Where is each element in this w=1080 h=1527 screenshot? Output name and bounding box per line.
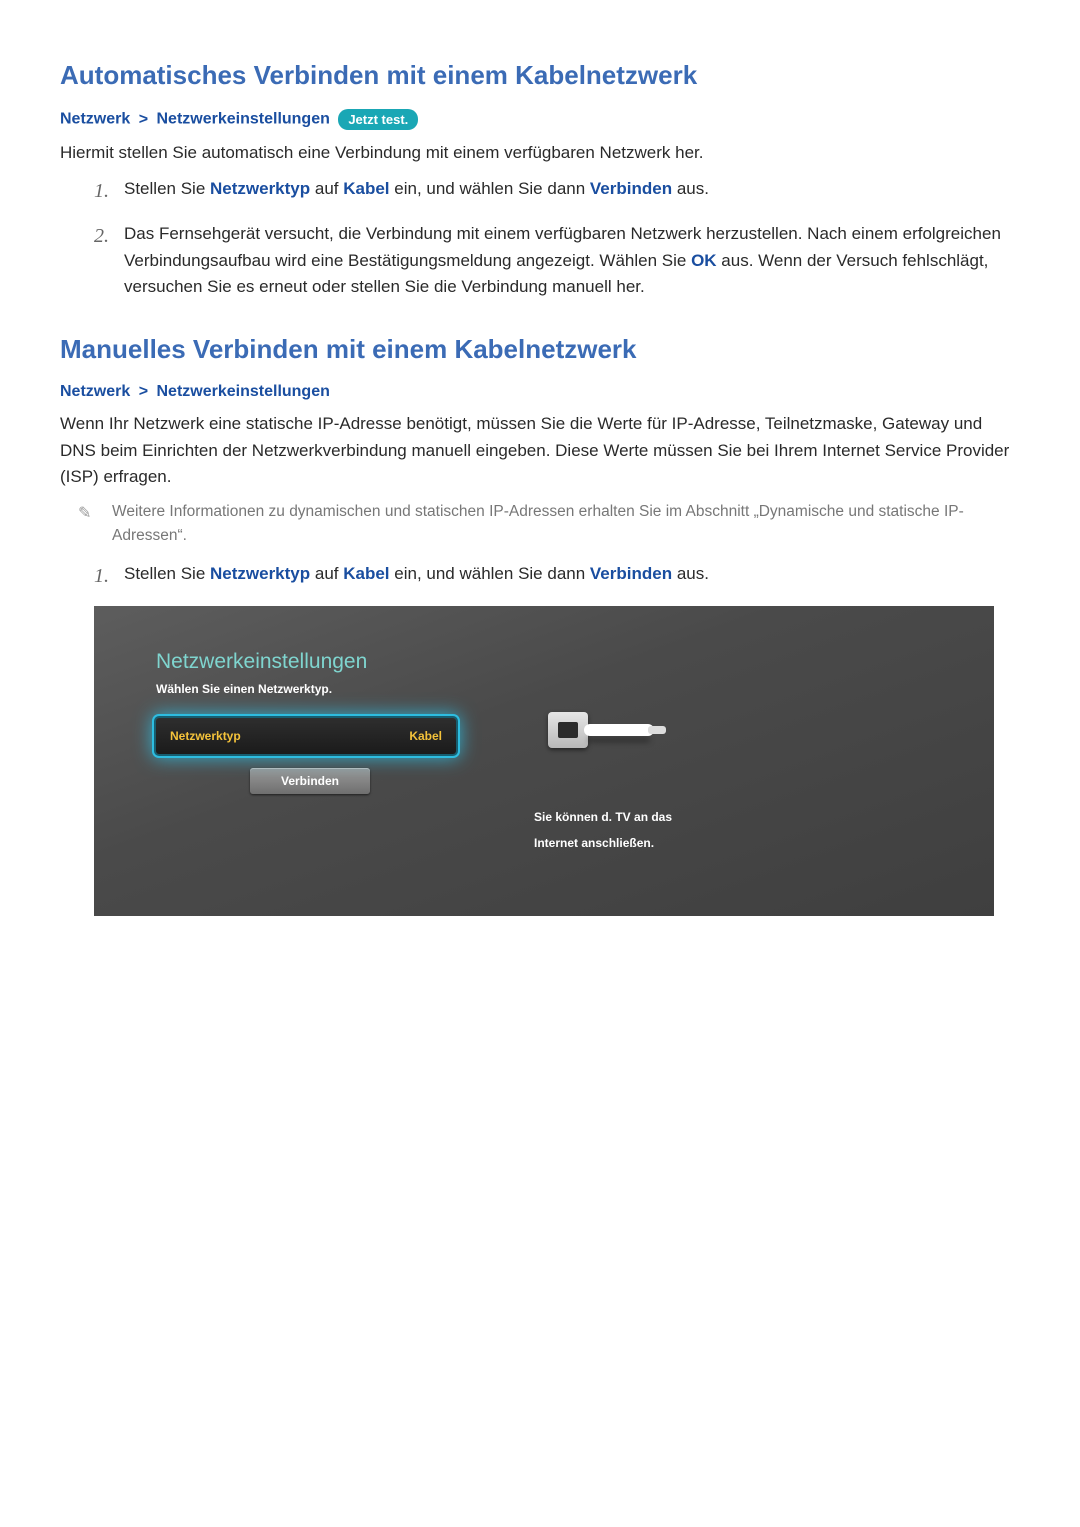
step-2: 2. Das Fernsehgerät versucht, die Verbin…	[94, 221, 1020, 300]
note-text: Weitere Informationen zu dynamischen und…	[102, 500, 1020, 547]
ethernet-port-icon	[534, 706, 654, 764]
kw-ok: OK	[691, 251, 717, 270]
text: ein, und wählen Sie dann	[390, 564, 590, 583]
text: auf	[310, 179, 343, 198]
breadcrumb-manual: Netzwerk > Netzwerkeinstellungen	[60, 383, 1020, 401]
tv-screenshot: Netzwerkeinstellungen Wählen Sie einen N…	[94, 606, 994, 916]
text: aus.	[672, 179, 709, 198]
text: auf	[310, 564, 343, 583]
illustration-caption: Sie können d. TV an das Internet anschli…	[534, 804, 754, 857]
steps-auto: 1. Stellen Sie Netzwerktyp auf Kabel ein…	[94, 176, 1020, 300]
kw-netzwerktyp: Netzwerktyp	[210, 179, 310, 198]
caption-line-1: Sie können d. TV an das	[534, 804, 754, 830]
breadcrumb-network[interactable]: Netzwerk	[60, 111, 130, 128]
connect-button[interactable]: Verbinden	[250, 768, 370, 794]
note-icon: ✎	[78, 502, 102, 526]
step-1: 1. Stellen Sie Netzwerktyp auf Kabel ein…	[94, 176, 1020, 207]
kw-netzwerktyp: Netzwerktyp	[210, 564, 310, 583]
row-value: Kabel	[409, 729, 442, 743]
network-type-row[interactable]: Netzwerktyp Kabel	[156, 718, 456, 754]
kw-kabel: Kabel	[343, 564, 389, 583]
row-label: Netzwerktyp	[170, 729, 241, 743]
panel-title: Netzwerkeinstellungen	[156, 650, 496, 674]
steps-manual: 1. Stellen Sie Netzwerktyp auf Kabel ein…	[94, 561, 1020, 592]
kw-verbinden: Verbinden	[590, 179, 672, 198]
breadcrumb-sep: >	[139, 383, 148, 400]
heading-manual-connect: Manuelles Verbinden mit einem Kabelnetzw…	[60, 334, 1020, 365]
intro-manual: Wenn Ihr Netzwerk eine statische IP-Adre…	[60, 411, 1020, 490]
step-body: Stellen Sie Netzwerktyp auf Kabel ein, u…	[124, 176, 1020, 207]
step-body: Das Fernsehgerät versucht, die Verbindun…	[124, 221, 1020, 300]
breadcrumb-network-settings[interactable]: Netzwerkeinstellungen	[157, 111, 330, 128]
breadcrumb-sep: >	[139, 111, 148, 128]
text: ein, und wählen Sie dann	[390, 179, 590, 198]
kw-kabel: Kabel	[343, 179, 389, 198]
kw-verbinden: Verbinden	[590, 564, 672, 583]
text: Stellen Sie	[124, 564, 210, 583]
step-number: 1.	[94, 561, 124, 592]
text: aus.	[672, 564, 709, 583]
illustration-panel: Sie können d. TV an das Internet anschli…	[534, 706, 754, 857]
try-now-pill[interactable]: Jetzt test.	[338, 109, 418, 130]
step-1: 1. Stellen Sie Netzwerktyp auf Kabel ein…	[94, 561, 1020, 592]
step-number: 1.	[94, 176, 124, 207]
step-body: Stellen Sie Netzwerktyp auf Kabel ein, u…	[124, 561, 1020, 592]
panel-subtitle: Wählen Sie einen Netzwerktyp.	[156, 682, 496, 696]
intro-auto: Hiermit stellen Sie automatisch eine Ver…	[60, 140, 1020, 166]
text: Stellen Sie	[124, 179, 210, 198]
note-ip-addresses: ✎ Weitere Informationen zu dynamischen u…	[78, 500, 1020, 547]
step-number: 2.	[94, 221, 124, 300]
breadcrumb-network-settings[interactable]: Netzwerkeinstellungen	[157, 383, 330, 400]
breadcrumb-network[interactable]: Netzwerk	[60, 383, 130, 400]
breadcrumb-auto: Netzwerk > Netzwerkeinstellungen Jetzt t…	[60, 109, 1020, 130]
heading-auto-connect: Automatisches Verbinden mit einem Kabeln…	[60, 60, 1020, 91]
settings-panel: Netzwerkeinstellungen Wählen Sie einen N…	[156, 650, 496, 794]
caption-line-2: Internet anschließen.	[534, 830, 754, 856]
